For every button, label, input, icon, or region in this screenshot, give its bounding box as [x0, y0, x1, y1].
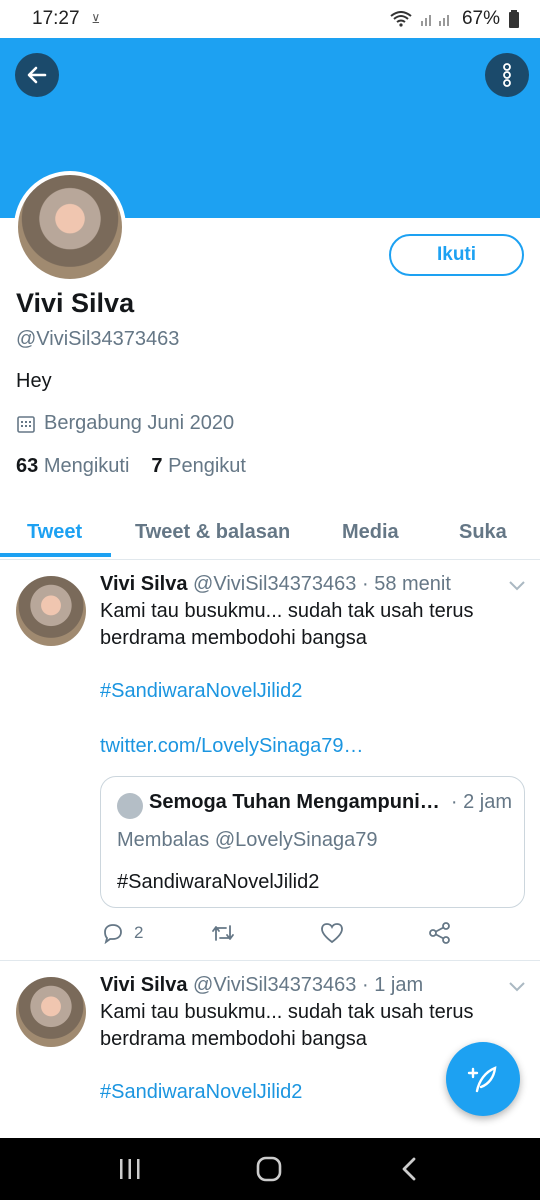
join-date: Bergabung Juni 2020: [16, 412, 234, 435]
calendar-icon: [17, 415, 35, 433]
chevron-down-icon[interactable]: [508, 979, 526, 993]
tweet-hashtag[interactable]: #SandiwaraNovelJilid2: [100, 1081, 302, 1104]
tab-media[interactable]: Media: [342, 504, 399, 560]
tab-tweet-replies[interactable]: Tweet & balasan: [135, 504, 290, 560]
profile-avatar[interactable]: [14, 171, 126, 283]
battery-icon: [509, 10, 519, 28]
tweet-actions: 2: [100, 922, 520, 950]
back-nav-icon[interactable]: [400, 1156, 418, 1182]
tweet-avatar[interactable]: [16, 977, 86, 1047]
quote-avatar: [117, 793, 143, 819]
share-button[interactable]: [428, 922, 452, 944]
signal-icon: [420, 15, 449, 26]
tweet-avatar[interactable]: [16, 576, 86, 646]
home-icon[interactable]: [256, 1156, 282, 1182]
follow-counts: 63 Mengikuti 7 Pengikut: [16, 455, 246, 478]
profile-handle: @ViviSil34373463: [16, 328, 180, 350]
retweet-icon: [212, 925, 234, 941]
battery-level: 67%: [461, 8, 500, 29]
quote-text: #SandiwaraNovelJilid2: [117, 871, 320, 893]
followers-link[interactable]: 7 Pengikut: [151, 455, 246, 478]
share-icon: [429, 922, 450, 944]
back-arrow-icon: [27, 66, 47, 84]
quoted-tweet[interactable]: Semoga Tuhan Mengampuni… · 2 jam Membala…: [100, 776, 525, 908]
tweet-divider: [0, 960, 540, 961]
join-date-text: Bergabung Juni 2020: [44, 412, 235, 434]
compose-feather-icon: [467, 1066, 497, 1093]
reply-icon: [104, 924, 122, 944]
active-tab-indicator: [0, 553, 111, 557]
tweet-hashtag[interactable]: #SandiwaraNovelJilid2: [100, 680, 302, 703]
profile-bio: Hey: [16, 370, 52, 392]
profile-name: Vivi Silva: [16, 288, 135, 318]
reply-button[interactable]: 2: [102, 922, 143, 944]
status-time: 17:27: [32, 8, 80, 29]
tweet-text: Kami tau busukmu... sudah tak usah terus…: [100, 600, 474, 649]
wifi-icon: [390, 11, 412, 27]
reply-count: 2: [134, 923, 144, 942]
retweet-button[interactable]: [210, 922, 236, 944]
following-link[interactable]: 63 Mengikuti: [16, 455, 129, 478]
status-bar: 17:27 ⊻ 67%: [0, 0, 540, 38]
like-button[interactable]: [320, 922, 344, 944]
tweet-header: Vivi Silva @ViviSil34373463 · 1 jam: [100, 974, 424, 996]
back-button[interactable]: [15, 53, 59, 97]
quote-replying-to: Membalas @LovelySinaga79: [117, 829, 378, 851]
tweet-text: Kami tau busukmu... sudah tak usah terus…: [100, 1001, 474, 1050]
more-vertical-icon: [503, 63, 511, 87]
more-options-button[interactable]: [485, 53, 529, 97]
heart-icon: [321, 923, 343, 944]
system-nav-bar: [0, 1138, 540, 1200]
tab-likes[interactable]: Suka: [459, 504, 507, 560]
notification-icon: ⊻: [91, 12, 101, 26]
chevron-down-icon[interactable]: [508, 578, 526, 592]
tab-tweet[interactable]: Tweet: [27, 504, 82, 560]
quote-header: Semoga Tuhan Mengampuni… · 2 jam: [149, 791, 513, 813]
tweet-header: Vivi Silva @ViviSil34373463 · 58 menit: [100, 573, 451, 595]
profile-tabs: Tweet Tweet & balasan Media Suka: [0, 504, 540, 560]
follow-button[interactable]: Ikuti: [389, 234, 524, 276]
recents-icon[interactable]: [118, 1156, 142, 1182]
compose-tweet-button[interactable]: [446, 1042, 520, 1116]
tweet-link[interactable]: twitter.com/LovelySinaga79…: [100, 735, 363, 758]
